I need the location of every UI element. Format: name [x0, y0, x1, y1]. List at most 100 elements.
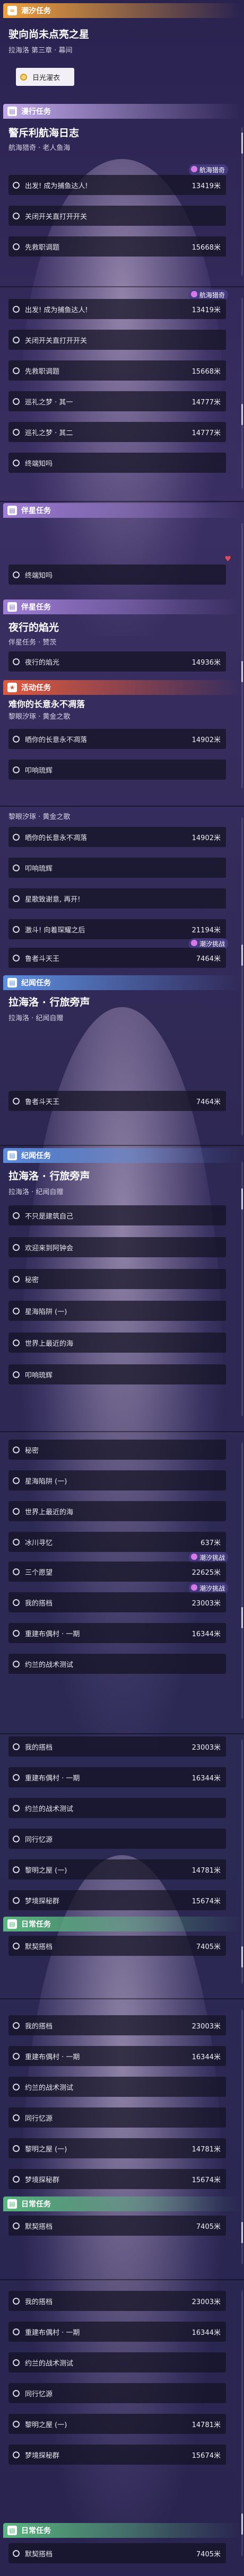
quest-dot-icon	[13, 766, 20, 773]
list-item[interactable]: 终端知吗	[8, 564, 226, 585]
scrollbar[interactable]	[241, 1443, 243, 1718]
category-label: 日常任务	[21, 2200, 51, 2209]
category-label: 伴星任务	[21, 603, 51, 612]
list-item[interactable]: 出发! 成为捕鱼达人! 13419米	[8, 175, 226, 195]
list-item[interactable]: 鲁者斗天王 7464米	[8, 1091, 226, 1111]
category-world[interactable]: ▤ 纪闻任务	[3, 975, 241, 990]
list-item[interactable]: 三个愿望 22625米	[8, 1562, 226, 1582]
list-item[interactable]: 同行忆源	[8, 2107, 226, 2128]
quest-screen-7: 我的搭档 23003米 重建布偶村 · 一期 16344米 约兰的战术测试 同行…	[0, 1734, 244, 1998]
list-item[interactable]: 默契搭档 7405米	[8, 2216, 226, 2236]
list-item[interactable]: 叩响琉辉	[8, 1364, 226, 1384]
list-item[interactable]: 世界上最近的海	[8, 1333, 226, 1353]
list-item[interactable]: 默契搭档 7405米	[8, 1936, 226, 1956]
book-icon: ▤	[7, 978, 17, 987]
scrollbar-thumb[interactable]	[241, 2222, 243, 2243]
list-item[interactable]: 我的搭档 23003米	[8, 2015, 226, 2035]
quest-dot-icon	[13, 925, 20, 933]
list-item[interactable]: 重建布偶村 · 一期 16344米	[8, 2046, 226, 2066]
list-item[interactable]: 叩响琉辉	[8, 858, 226, 878]
quest-title[interactable]: 夜行的焰光	[8, 620, 59, 634]
list-item[interactable]: 梦境探秘群 15674米	[8, 2169, 226, 2189]
list-item[interactable]: 梦境探秘群 15674米	[8, 1890, 226, 1910]
list-item[interactable]: 我的搭档 23003米	[8, 2291, 226, 2311]
book-icon: ▤	[7, 2526, 17, 2535]
category-label: 日常任务	[21, 1920, 51, 1929]
list-item[interactable]: 重建布偶村 · 一期 16344米	[8, 1623, 226, 1643]
list-item[interactable]: 星海陷阱 (一)	[8, 1301, 226, 1321]
list-item[interactable]: 先救职调题 15668米	[8, 236, 226, 257]
list-item[interactable]: 同行忆源	[8, 2383, 226, 2403]
list-item[interactable]: 约兰的战术测试	[8, 1798, 226, 1818]
quest-title[interactable]: 难你的长意永不凋落	[8, 697, 85, 710]
list-item[interactable]: 夜行的焰光 14936米	[8, 651, 226, 672]
list-item[interactable]: 终端知吗	[8, 453, 226, 473]
scrollbar-thumb[interactable]	[241, 945, 243, 966]
list-item[interactable]: 黎明之屋 (一) 14781米	[8, 1859, 226, 1880]
category-daily[interactable]: ▤ 日常任务	[3, 2196, 241, 2211]
list-item[interactable]: 鲁者斗天王 7464米	[8, 948, 226, 968]
scrollbar-thumb[interactable]	[241, 661, 243, 682]
list-item[interactable]: 默契搭档 7405米	[8, 2543, 226, 2563]
list-item[interactable]: 叩响琉辉	[8, 760, 226, 780]
list-item[interactable]: 不只是建筑自己	[8, 1205, 226, 1225]
quest-dot-icon	[13, 1568, 20, 1575]
category-travel[interactable]: ▤ 漫行任务	[3, 104, 241, 119]
quest-screen-8: 我的搭档 23003米 重建布偶村 · 一期 16344米 约兰的战术测试 同行…	[0, 1999, 244, 2279]
list-item[interactable]: 冰川寻忆 637米	[8, 1532, 226, 1552]
list-item[interactable]: 重建布偶村 · 一期 16344米	[8, 1767, 226, 1787]
scrollbar[interactable]	[241, 298, 243, 489]
scrollbar[interactable]	[241, 523, 243, 788]
category-daily[interactable]: ▤ 日常任务	[3, 1917, 241, 1931]
scrollbar-thumb[interactable]	[241, 2513, 243, 2535]
scrollbar-thumb[interactable]	[241, 1946, 243, 1968]
list-item[interactable]: 星歌致谢意, 再开!	[8, 888, 226, 908]
list-item[interactable]: 巡礼之梦 · 其一 14777米	[8, 391, 226, 411]
scrollbar-thumb[interactable]	[241, 404, 243, 425]
scrollbar-thumb[interactable]	[241, 133, 243, 154]
scrollbar[interactable]	[241, 817, 243, 1135]
category-tidal[interactable]: ≈ 潮汐任务	[3, 3, 241, 18]
list-item[interactable]: 约兰的战术测试	[8, 1654, 226, 1674]
quest-subtitle: 黎眼汐琢 · 黄金之歌	[8, 713, 71, 721]
book-icon: ▤	[7, 506, 17, 515]
list-item[interactable]: 星海陷阱 (一)	[8, 1470, 226, 1490]
list-item[interactable]: 约兰的战术测试	[8, 2352, 226, 2372]
list-item[interactable]: 梦境探秘群 15674米	[8, 2445, 226, 2465]
quest-dot-icon	[13, 1307, 20, 1315]
list-item[interactable]: 秘密	[8, 1440, 226, 1460]
list-item[interactable]: 晒你的长意永不凋落 14902米	[8, 827, 226, 847]
quest-title[interactable]: 驶向尚未点亮之星	[8, 27, 89, 41]
quest-dot-icon	[13, 212, 20, 219]
list-item[interactable]: 关闭开关直打开开关	[8, 330, 226, 350]
list-item[interactable]: 世界上最近的海	[8, 1501, 226, 1521]
list-item[interactable]: 关闭开关直打开开关	[8, 206, 226, 226]
quest-title[interactable]: 拉海洛 · 行旅旁声	[8, 1168, 90, 1183]
list-item[interactable]: 约兰的战术测试	[8, 2077, 226, 2097]
category-event[interactable]: ★ 活动任务	[3, 680, 241, 695]
quest-title[interactable]: 拉海洛 · 行旅旁声	[8, 994, 90, 1009]
list-item[interactable]: 我的搭档 23003米	[8, 1592, 226, 1612]
list-item[interactable]: 同行忆源	[8, 1829, 226, 1849]
category-world[interactable]: ▤ 纪闻任务	[3, 1148, 241, 1163]
list-item[interactable]: 我的搭档 23003米	[8, 1736, 226, 1757]
category-daily[interactable]: ▤ 日常任务	[3, 2523, 241, 2538]
list-item[interactable]: 巡礼之梦 · 其二 14777米	[8, 422, 226, 442]
quest-dot-icon	[13, 1097, 20, 1105]
list-item[interactable]: 黎明之屋 (一) 14781米	[8, 2414, 226, 2434]
track-quest-button[interactable]: 日光濯衣	[16, 68, 74, 86]
quest-title[interactable]: 警斥利航海日志	[8, 125, 79, 139]
list-item[interactable]: 先救职调题 15668米	[8, 360, 226, 381]
list-item[interactable]: 出发! 成为捕鱼达人! 13419米	[8, 299, 226, 319]
scrollbar-thumb[interactable]	[241, 1188, 243, 1210]
category-companion[interactable]: ▤ 伴星任务	[3, 599, 241, 614]
list-item[interactable]: 黎明之屋 (一) 14781米	[8, 2138, 226, 2158]
list-item[interactable]: 欢迎来到阿钟会	[8, 1237, 226, 1257]
category-companion[interactable]: ▤ 伴星任务	[3, 503, 241, 518]
scrollbar-thumb[interactable]	[241, 1607, 243, 1628]
list-item[interactable]: 激斗! 向着琛耀之后 21194米	[8, 919, 226, 939]
list-item[interactable]: 重建布偶村 · 一期 16344米	[8, 2322, 226, 2342]
list-item[interactable]: 晒你的长意永不凋落 14902米	[8, 729, 226, 749]
list-item[interactable]: 秘密	[8, 1269, 226, 1289]
quest-subtitle: 拉海洛 第三章 · 幕间	[8, 47, 73, 55]
